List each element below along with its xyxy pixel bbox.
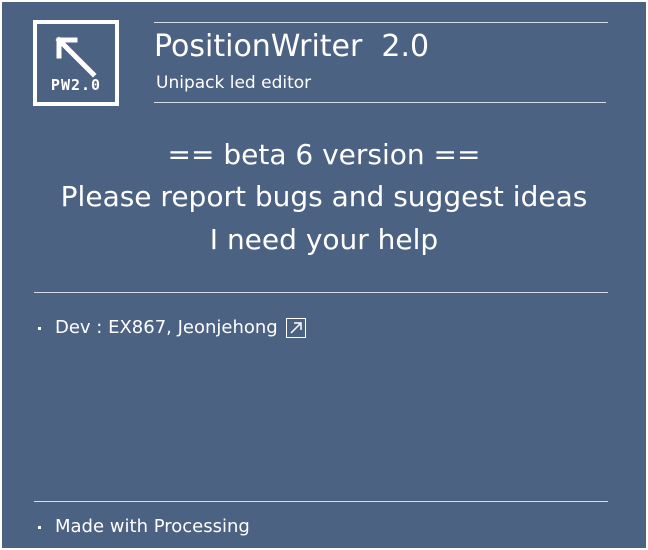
footer-credit: Made with Processing [38, 518, 250, 536]
header-bottom-divider [154, 102, 606, 103]
arrow-up-left-icon [55, 36, 97, 78]
footer-divider [34, 501, 608, 502]
app-subtitle: Unipack led editor [156, 73, 312, 93]
external-link-icon[interactable] [285, 318, 306, 338]
about-panel: PW2.0 PositionWriter 2.0 Unipack led edi… [0, 0, 648, 550]
version-notice: == beta 6 version == [167, 138, 481, 171]
bullet-icon [38, 525, 41, 529]
dev-credit-label: Dev : EX867, Jeonjehong [55, 317, 278, 338]
help-notice: I need your help [209, 223, 439, 256]
header-top-divider [154, 22, 608, 23]
section-divider [34, 292, 608, 293]
dev-credit: Dev : EX867, Jeonjehong [38, 318, 306, 338]
footer-label: Made with Processing [55, 516, 250, 537]
app-logo: PW2.0 [33, 20, 119, 106]
logo-text: PW2.0 [50, 76, 102, 94]
bug-report-notice: Please report bugs and suggest ideas [60, 180, 588, 213]
app-title: PositionWriter 2.0 [154, 29, 430, 64]
bullet-icon [38, 326, 41, 330]
